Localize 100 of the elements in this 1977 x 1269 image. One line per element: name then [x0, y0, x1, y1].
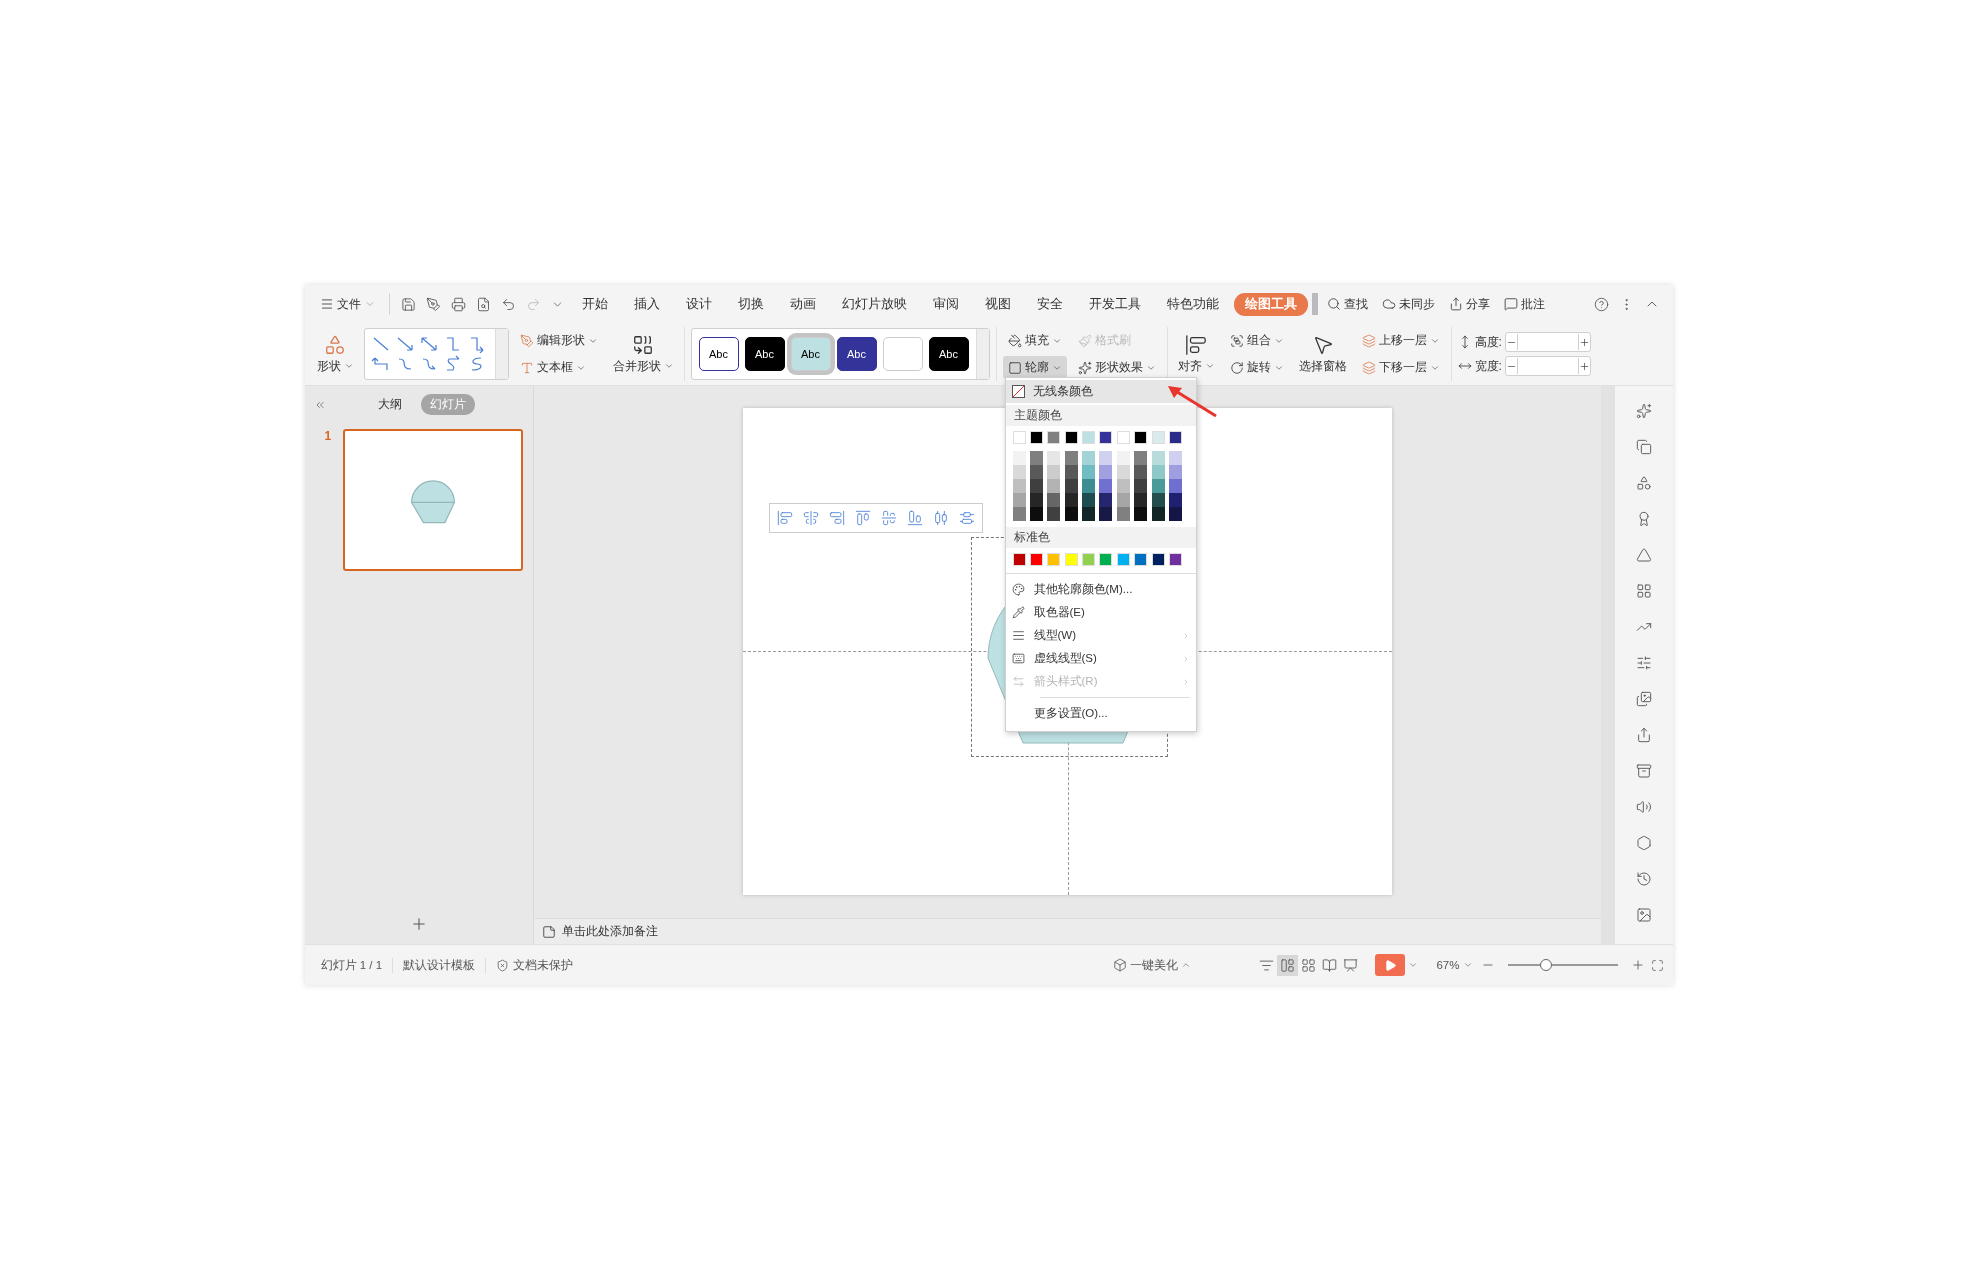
print-icon[interactable] — [450, 296, 466, 312]
ribbon-tab[interactable]: 动画 — [778, 292, 827, 316]
menu-item[interactable]: 虚线线型(S) — [1005, 647, 1196, 670]
ribbon-tab[interactable]: 设计 — [674, 292, 723, 316]
outline-button[interactable]: 轮廓 — [1002, 356, 1067, 379]
width-field[interactable] — [1504, 356, 1591, 376]
share-icon[interactable] — [1635, 727, 1652, 743]
shape-style[interactable]: Abc — [698, 337, 739, 371]
ribbon-tab[interactable]: 切换 — [726, 292, 775, 316]
color-swatch[interactable] — [1134, 553, 1148, 566]
ribbon-tab[interactable]: 安全 — [1025, 292, 1074, 316]
fit-icon[interactable] — [1650, 958, 1664, 972]
triangle-icon[interactable] — [1635, 547, 1652, 563]
shapes-button[interactable]: 形状 — [312, 331, 358, 377]
ribbon-tab[interactable]: 开发工具 — [1077, 292, 1152, 316]
color-swatch[interactable] — [1012, 431, 1026, 444]
copy-icon[interactable] — [1635, 439, 1652, 455]
no-line-option[interactable]: 无线条颜色 — [1005, 380, 1196, 403]
edit-shape-button[interactable]: 编辑形状 — [514, 329, 603, 352]
align-icon[interactable] — [932, 510, 949, 526]
color-swatch[interactable] — [1012, 507, 1026, 521]
history-icon[interactable] — [1635, 871, 1652, 887]
color-swatch[interactable] — [1064, 493, 1078, 507]
color-swatch[interactable] — [1099, 451, 1113, 465]
play-button[interactable] — [1375, 954, 1406, 976]
merge-shapes-button[interactable]: 合并形状 — [608, 331, 678, 377]
grid-icon[interactable] — [1635, 583, 1652, 599]
color-swatch[interactable] — [1134, 465, 1148, 479]
grid-view-icon[interactable] — [1301, 957, 1317, 973]
beautify-button[interactable]: 一键美化 — [1108, 954, 1197, 976]
zoom-level[interactable]: 67% — [1431, 956, 1478, 974]
color-swatch[interactable] — [1099, 479, 1113, 493]
color-swatch[interactable] — [1047, 431, 1061, 444]
color-swatch[interactable] — [1012, 479, 1026, 493]
color-swatch[interactable] — [1029, 479, 1043, 493]
color-swatch[interactable] — [1116, 493, 1130, 507]
color-swatch[interactable] — [1099, 507, 1113, 521]
ribbon-tab[interactable]: 幻灯片放映 — [830, 292, 918, 316]
align-icon[interactable] — [776, 510, 793, 526]
ribbon-tab[interactable]: 特色功能 — [1155, 292, 1230, 316]
color-swatch[interactable] — [1151, 451, 1165, 465]
color-swatch[interactable] — [1116, 479, 1130, 493]
shape-style[interactable]: Abc — [836, 337, 877, 371]
color-swatch[interactable] — [1082, 465, 1096, 479]
ribbon-tab[interactable]: 开始 — [570, 292, 619, 316]
color-swatch[interactable] — [1116, 553, 1130, 566]
color-swatch[interactable] — [1064, 553, 1078, 566]
color-swatch[interactable] — [1134, 507, 1148, 521]
align-icon[interactable] — [854, 510, 871, 526]
color-swatch[interactable] — [1029, 431, 1043, 444]
book-icon[interactable] — [1322, 957, 1338, 973]
group-button[interactable]: 组合 — [1224, 329, 1289, 352]
protection-status[interactable]: 文档未保护 — [486, 957, 584, 973]
color-swatch[interactable] — [1151, 493, 1165, 507]
color-swatch[interactable] — [1151, 553, 1165, 566]
color-swatch[interactable] — [1064, 451, 1078, 465]
color-swatch[interactable] — [1169, 465, 1182, 479]
gallery-scrollbar[interactable] — [494, 329, 508, 379]
line-shape-icon[interactable] — [370, 355, 391, 373]
save-icon[interactable] — [400, 296, 416, 312]
presentation-icon[interactable] — [1343, 957, 1359, 973]
color-swatch[interactable] — [1134, 431, 1148, 444]
color-swatch[interactable] — [1012, 465, 1026, 479]
rotate-button[interactable]: 旋转 — [1224, 356, 1289, 379]
pen-icon[interactable] — [425, 296, 441, 312]
align-icon[interactable] — [880, 510, 897, 526]
help-icon[interactable] — [1593, 296, 1609, 312]
color-swatch[interactable] — [1099, 493, 1113, 507]
color-swatch[interactable] — [1082, 553, 1096, 566]
color-swatch[interactable] — [1099, 431, 1113, 444]
color-swatch[interactable] — [1012, 553, 1026, 566]
color-swatch[interactable] — [1169, 479, 1182, 493]
color-swatch[interactable] — [1151, 507, 1165, 521]
bring-forward-button[interactable]: 上移一层 — [1356, 329, 1445, 352]
zoom-thumb[interactable] — [1540, 959, 1552, 971]
menu-item[interactable]: 更多设置(O)... — [1005, 702, 1196, 725]
color-swatch[interactable] — [1151, 479, 1165, 493]
color-swatch[interactable] — [1116, 451, 1130, 465]
color-swatch[interactable] — [1169, 451, 1182, 465]
images-icon[interactable] — [1635, 691, 1652, 707]
shape-style[interactable]: Abc — [744, 337, 785, 371]
comment-button[interactable]: 批注 — [1498, 292, 1550, 316]
caret-icon[interactable] — [1408, 960, 1419, 970]
file-menu[interactable]: 文件 — [314, 292, 381, 316]
color-swatch[interactable] — [1116, 431, 1130, 444]
color-swatch[interactable] — [1082, 451, 1096, 465]
archive-icon[interactable] — [1635, 763, 1652, 779]
height-field[interactable] — [1504, 332, 1591, 352]
align-icon[interactable] — [958, 510, 975, 526]
color-swatch[interactable] — [1047, 493, 1061, 507]
fill-button[interactable]: 填充 — [1002, 329, 1067, 352]
list-icon[interactable] — [1259, 957, 1275, 973]
color-swatch[interactable] — [1169, 553, 1182, 566]
color-swatch[interactable] — [1047, 465, 1061, 479]
align-icon[interactable] — [906, 510, 923, 526]
shape-style[interactable]: Abc — [928, 337, 969, 371]
zoom-in-icon[interactable] — [1630, 958, 1645, 972]
menu-item[interactable]: 取色器(E) — [1005, 601, 1196, 624]
color-swatch[interactable] — [1134, 451, 1148, 465]
ribbon-tab[interactable]: 审阅 — [921, 292, 970, 316]
